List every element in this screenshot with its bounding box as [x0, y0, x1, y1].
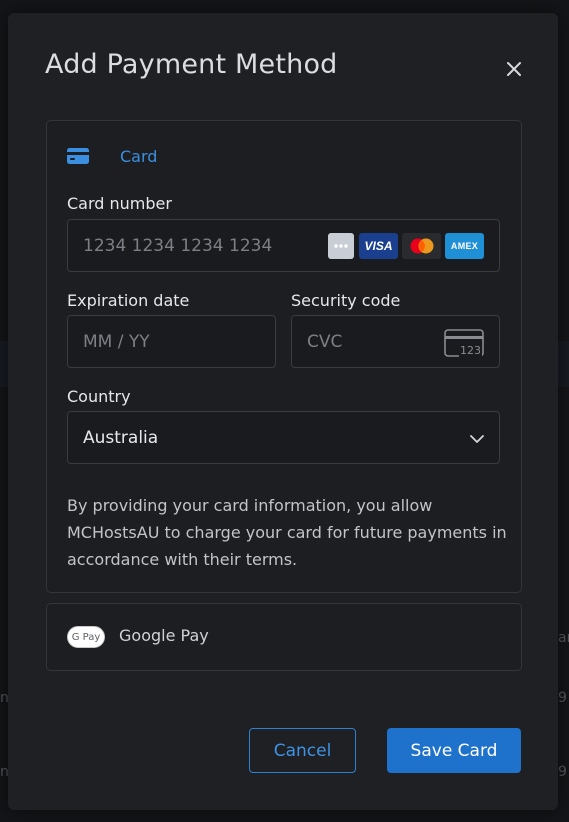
country-select[interactable]: Australia — [67, 411, 500, 464]
google-pay-label: Google Pay — [119, 626, 209, 645]
expiration-date-field[interactable] — [67, 315, 276, 368]
expiration-date-input[interactable] — [83, 316, 263, 367]
generic-card-icon — [327, 233, 355, 259]
card-number-field[interactable]: VISA AMEX — [67, 219, 500, 272]
cvc-card-icon: 123 — [444, 329, 484, 357]
background-text-fragment: 9 — [558, 764, 567, 780]
background-text-fragment: 9 — [558, 690, 567, 706]
save-card-button[interactable]: Save Card — [387, 728, 521, 773]
card-authorization-disclaimer: By providing your card information, you … — [67, 496, 507, 569]
country-label: Country — [67, 387, 131, 406]
card-number-label: Card number — [67, 194, 172, 213]
modal-title: Add Payment Method — [45, 49, 338, 80]
credit-card-icon — [67, 148, 89, 164]
country-selected-value: Australia — [83, 428, 159, 448]
cancel-button[interactable]: Cancel — [249, 728, 356, 773]
amex-text: AMEX — [450, 241, 479, 251]
google-pay-badge-text: G Pay — [71, 631, 101, 643]
card-number-input[interactable] — [83, 220, 303, 271]
visa-icon: VISA — [359, 233, 398, 259]
visa-text: VISA — [364, 239, 393, 253]
security-code-input[interactable] — [307, 316, 437, 367]
cvc-icon-text: 123 — [459, 344, 482, 357]
close-icon[interactable] — [502, 57, 526, 81]
background-text-fragment: ar — [558, 630, 569, 646]
tab-card[interactable]: Card — [67, 145, 157, 167]
amex-icon: AMEX — [445, 233, 484, 259]
mastercard-icon — [402, 233, 441, 259]
add-payment-method-modal: Add Payment Method Card Card number 1234… — [8, 13, 558, 810]
security-code-label: Security code — [291, 291, 401, 310]
card-payment-panel: Card Card number VISA — [46, 120, 522, 593]
card-brand-icons: VISA AMEX — [327, 233, 484, 259]
google-pay-option[interactable]: G Pay Google Pay — [46, 603, 522, 671]
security-code-field[interactable]: 123 — [291, 315, 500, 368]
expiration-date-label: Expiration date — [67, 291, 190, 310]
chevron-down-icon — [469, 431, 485, 445]
tab-card-label: Card — [120, 146, 158, 166]
google-pay-icon: G Pay — [67, 626, 105, 648]
